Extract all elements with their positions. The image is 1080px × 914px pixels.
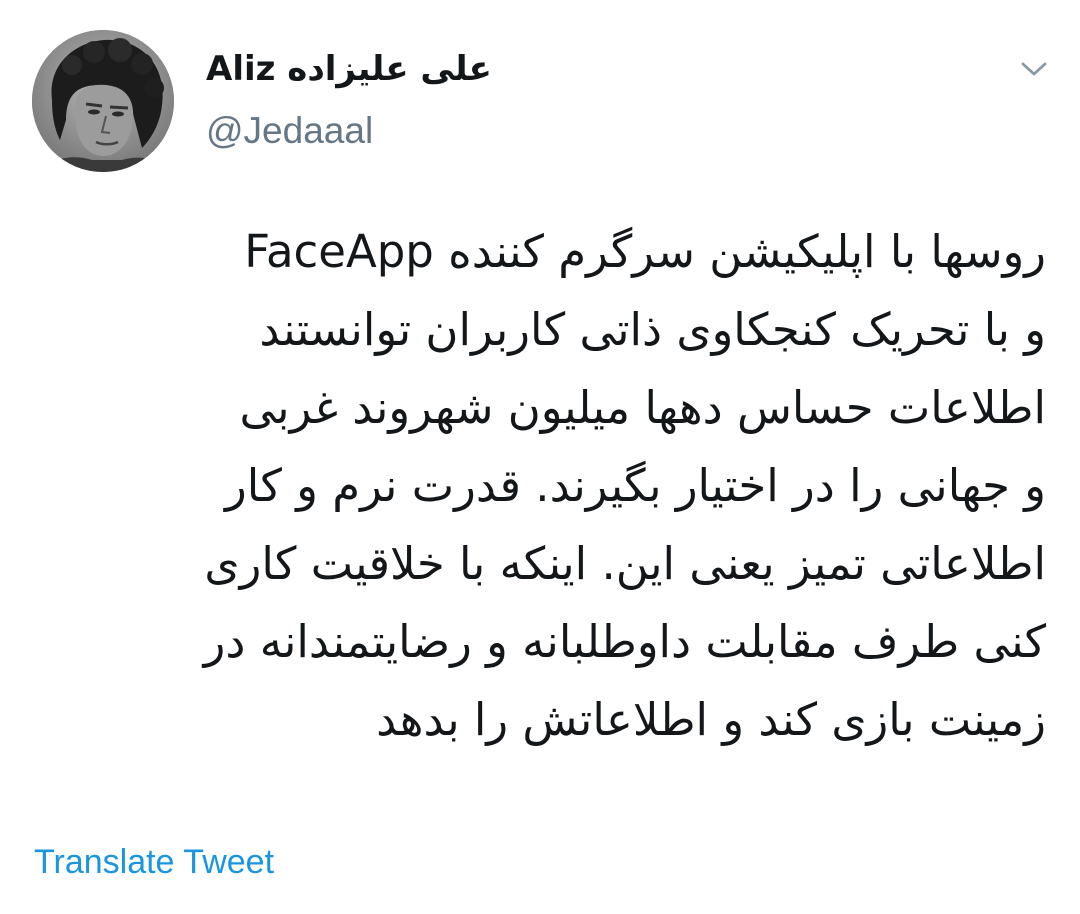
- tweet-text-line: کنی طرف مقابلت داوطلبانه و رضایتمندانه د…: [203, 615, 1046, 668]
- avatar-image: [32, 30, 174, 172]
- user-name-row[interactable]: علی علیزاده Aliz: [206, 44, 492, 94]
- tweet-text-line: اطلاعات حساس دهها میلیون شهروند غربی: [239, 381, 1046, 434]
- translate-tweet-link[interactable]: Translate Tweet: [34, 843, 274, 882]
- user-handle[interactable]: @Jedaaal: [206, 110, 373, 152]
- tweet-text-line: زمینت بازی کند و اطلاعاتش را بدهد: [376, 693, 1046, 746]
- display-name[interactable]: علی علیزاده Aliz: [206, 49, 492, 89]
- tweet-text-line: و با تحریک کنجکاوی ذاتی کاربران توانستند: [259, 303, 1046, 356]
- tweet-text-line: روسها با اپلیکیشن سرگرم کننده FaceApp: [244, 225, 1046, 278]
- avatar[interactable]: [32, 30, 174, 172]
- tweet-text-line: اطلاعاتی تمیز یعنی این. اینکه با خلاقیت …: [204, 537, 1046, 590]
- tweet-card: علی علیزاده Aliz @Jedaaal روسها با اپلیک…: [0, 0, 1080, 914]
- tweet-menu-button[interactable]: [1014, 52, 1054, 86]
- chevron-down-icon: [1021, 62, 1047, 76]
- tweet-text-line: و جهانی را در اختیار بگیرند. قدرت نرم و …: [225, 459, 1046, 512]
- tweet-text: روسها با اپلیکیشن سرگرم کننده FaceApp و …: [40, 213, 1046, 759]
